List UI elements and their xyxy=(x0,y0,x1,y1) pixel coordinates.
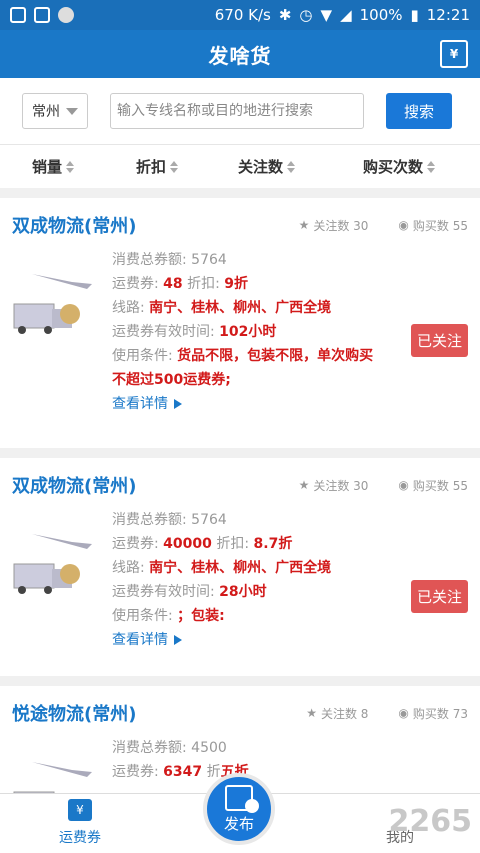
view-details-link[interactable]: 查看详情 xyxy=(112,392,402,416)
sort-purchases[interactable]: 购买次数 xyxy=(363,156,436,177)
chevron-down-icon xyxy=(66,107,78,115)
route: 南宁、桂林、柳州、广西全境 xyxy=(149,560,332,576)
star-icon: ★ xyxy=(306,706,317,720)
clock: 12:21 xyxy=(426,6,470,24)
buy-count: ◉ 购买数 55 xyxy=(398,218,468,233)
notification-icon xyxy=(10,7,26,23)
play-arrow-icon xyxy=(174,399,182,409)
sort-discount[interactable]: 折扣 xyxy=(136,156,179,177)
eye-icon: ◉ xyxy=(398,706,409,720)
follow-count: ★ 关注数 30 xyxy=(298,478,369,493)
truck-plane-image xyxy=(13,274,92,334)
battery-icon: ▮ xyxy=(410,6,419,24)
watermark-logo: 2265 xyxy=(388,804,473,839)
line-list: 双成物流(常州) ★ 关注数 30 ◉ 购买数 55 消费总券额: 5764 运费券… xyxy=(0,198,480,817)
route: 南宁、桂林、柳州、广西全境 xyxy=(149,300,332,316)
conditions-cont: 不超过500运费券; xyxy=(112,372,231,388)
total-amount: 5764 xyxy=(191,512,227,528)
sort-followers[interactable]: 关注数 xyxy=(238,156,296,177)
battery-level: 100% xyxy=(359,6,403,24)
discount: 8.7折 xyxy=(253,536,293,552)
buy-count: ◉ 购买数 73 xyxy=(398,706,468,721)
ticket-yen-icon: ¥ xyxy=(68,799,92,821)
valid-time: 102小时 xyxy=(219,324,277,340)
image-icon xyxy=(34,7,50,23)
sort-arrows-icon xyxy=(170,160,179,173)
sort-sales[interactable]: 销量 xyxy=(32,156,75,177)
eye-icon: ◉ xyxy=(398,478,409,492)
list-item[interactable]: 双成物流(常州) ★ 关注数 30 ◉ 购买数 55 消费总券额: 5764 运费券… xyxy=(0,458,480,676)
wifi-icon: ▼ xyxy=(320,6,333,24)
card-title[interactable]: 悦途物流(常州) xyxy=(12,700,136,726)
app-header: 发啥货 ¥ xyxy=(0,30,480,78)
app-icon xyxy=(58,7,74,23)
card-title[interactable]: 双成物流(常州) xyxy=(12,212,136,238)
followed-button[interactable]: 已关注 xyxy=(410,324,468,357)
star-icon: ★ xyxy=(298,218,310,232)
coupon-amount: 40000 xyxy=(163,536,212,552)
nav-coupon[interactable]: ¥ 运费券 xyxy=(0,794,160,853)
coupon-amount: 6347 xyxy=(163,764,203,780)
publish-button[interactable]: 发布 xyxy=(203,773,275,845)
card-title[interactable]: 双成物流(常州) xyxy=(12,472,136,498)
view-details-link[interactable]: 查看详情 xyxy=(112,628,402,652)
play-arrow-icon xyxy=(174,635,182,645)
search-button[interactable]: 搜索 xyxy=(386,93,452,129)
list-item[interactable]: 双成物流(常州) ★ 关注数 30 ◉ 购买数 55 消费总券额: 5764 运费券… xyxy=(0,198,480,448)
sort-arrows-icon xyxy=(287,160,296,173)
follow-count: ★ 关注数 8 xyxy=(306,706,369,721)
shopping-bag-yen-icon[interactable]: ¥ xyxy=(440,40,468,68)
follow-count: ★ 关注数 30 xyxy=(298,218,369,233)
search-row: 常州 搜索 xyxy=(0,78,480,144)
discount: 9折 xyxy=(224,276,249,292)
truck-plane-image xyxy=(13,534,92,594)
conditions: 货品不限，包装不限，单次购买 xyxy=(177,348,374,364)
followed-button[interactable]: 已关注 xyxy=(410,580,468,613)
network-speed: 670 K/s xyxy=(214,6,271,24)
valid-time: 28小时 xyxy=(219,584,267,600)
buy-count: ◉ 购买数 55 xyxy=(398,478,468,493)
star-icon: ★ xyxy=(298,478,310,492)
search-input[interactable] xyxy=(110,93,364,129)
conditions: ；包装: xyxy=(177,608,225,624)
total-amount: 4500 xyxy=(191,740,227,756)
total-amount: 5764 xyxy=(191,252,227,268)
coupon-amount: 48 xyxy=(163,276,183,292)
eye-icon: ◉ xyxy=(398,218,409,232)
bluetooth-icon: ✱ xyxy=(278,6,292,24)
city-label: 常州 xyxy=(32,104,60,120)
page-title: 发啥货 xyxy=(208,43,272,68)
city-select[interactable]: 常州 xyxy=(22,93,88,129)
publish-document-icon xyxy=(225,784,259,813)
sort-bar: 销量 折扣 关注数 购买次数 xyxy=(0,144,480,188)
sort-arrows-icon xyxy=(427,160,436,173)
status-bar: 670 K/s ✱ ◷ ▼ ◢ 100% ▮ 12:21 xyxy=(0,0,480,30)
sort-arrows-icon xyxy=(66,160,75,173)
signal-icon: ◢ xyxy=(340,6,352,24)
alarm-icon: ◷ xyxy=(299,6,313,24)
